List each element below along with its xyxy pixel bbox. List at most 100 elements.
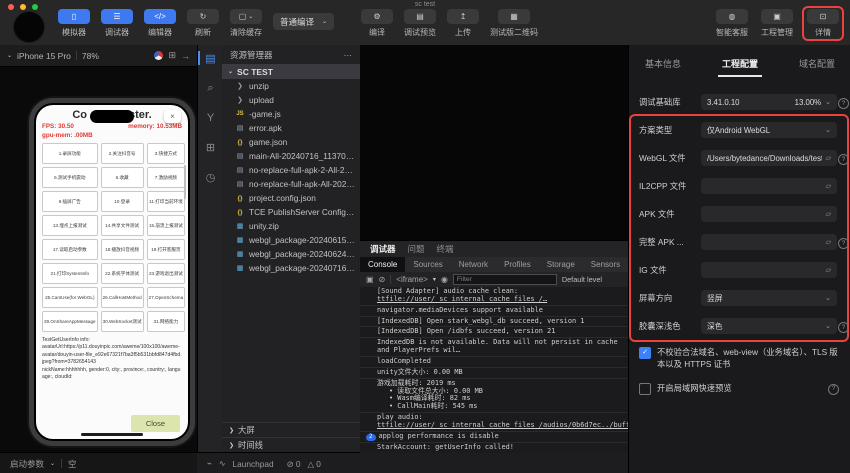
toolbar-button[interactable]: ☰ ⌄ 调试器 [101,9,133,38]
test-grid-button[interactable]: 5.测试手机震动 [42,167,98,188]
test-grid-button[interactable]: 11.打印当前环境 [146,191,186,212]
debugger-tab[interactable]: 终端 [437,243,454,255]
devtools-tab[interactable]: Sensors [583,257,628,272]
test-grid-button[interactable]: 17.读取启动参数 [42,239,98,260]
toolbar-button[interactable]: ⊡ 详情 [802,6,844,41]
project-root-item[interactable]: ⌄ SC TEST [222,64,360,79]
test-grid-button[interactable]: 19.打开客服页 [146,239,186,260]
toolbar-button[interactable]: ↻ ⌄ 刷新 [187,9,219,38]
test-grid-button[interactable]: 22.系统字体测试 [100,263,144,284]
console-link[interactable]: ttfile://user/_sc_internal_cache_files_/… [377,295,547,303]
test-grid-button[interactable]: 21.打印SystemInfo [42,263,98,284]
field-control[interactable]: ⌄ ▱ [701,178,837,194]
file-item[interactable]: {} TCE PublishServer Config.json [222,205,360,219]
launchpad-label[interactable]: Launchpad [233,459,274,469]
file-item[interactable]: ▦ unity.zip [222,219,360,233]
grid-icon[interactable]: ⊞ [168,50,176,61]
activity-icon[interactable]: ▤ [198,51,223,65]
file-item[interactable]: ▦ webgl_package-20240624_201033... [222,247,360,261]
field-control[interactable]: ⌄ ▱ [701,262,837,278]
test-grid-button[interactable]: 1.录屏功能 [42,143,98,164]
test-grid-button[interactable]: 15.崩溃上报测试 [146,215,186,236]
debugger-tab[interactable]: 调试器 [370,243,396,255]
test-grid-button[interactable]: 6.收藏 [100,167,144,188]
test-grid-button[interactable]: 2.关注抖音号 [100,143,144,164]
toolbar-button[interactable]: ▯ ⌄ 模拟器 [58,9,90,38]
checkbox[interactable] [639,347,651,359]
help-icon[interactable]: ? [838,154,849,165]
zoom-level[interactable]: 78% [82,51,99,61]
minimize-window-icon[interactable] [20,4,26,10]
test-grid-button[interactable]: 7.激励视频 [146,167,186,188]
toolbar-button[interactable]: ▤ 调试预览 [404,9,437,38]
chevron-down-icon[interactable]: ⌄ [7,52,12,59]
activity-icon[interactable]: ⌕ [198,82,223,95]
test-grid-button[interactable]: 25.CanIUse(for WebGL) [42,287,98,308]
console-log[interactable]: [Sound Adapter] audio cache clean: ttfil… [360,287,628,453]
test-grid-button[interactable]: 14.共享文件测试 [100,215,144,236]
avatar[interactable] [13,11,45,43]
file-item[interactable]: ❯ upload [222,93,360,107]
settings-tab[interactable]: 域名配置 [799,57,835,77]
toolbar-button[interactable]: ▣ 工程管理 [761,9,793,41]
toolbar-button[interactable]: ▢ ⌄ 清除缓存 [230,9,262,38]
test-grid-button[interactable]: 13.埋点上报测试 [42,215,98,236]
field-control[interactable]: 深色 ⌄ ▱ [701,318,837,334]
launch-params-label[interactable]: 启动参数 [10,458,44,470]
eye-icon[interactable]: ◉ [441,275,448,284]
checkbox-row[interactable]: 不校验合法域名、web-view（业务域名）、TLS 版本以及 HTTPS 证书… [629,346,850,371]
section-item[interactable]: ❯ 大屏 [222,422,360,437]
devtools-tab[interactable]: Sources [405,257,450,272]
activity-icon[interactable]: Y [198,112,223,124]
devtools-tab[interactable]: Console [360,257,406,272]
file-item[interactable]: ▦ webgl_package-20240716_115553.zip [222,261,360,275]
file-item[interactable]: ▦ webgl_package-20240615_123123.zip [222,233,360,247]
close-miniapp-button[interactable]: × [164,110,181,123]
filter-input[interactable]: Filter [452,274,557,285]
capture-icon[interactable] [154,51,164,60]
scrollbar[interactable] [184,165,186,199]
traffic-lights[interactable] [8,4,38,10]
test-grid-button[interactable]: 3.快捷方式 [146,143,186,164]
test-grid-button[interactable]: 9.插屏广告 [42,191,98,212]
folder-open-icon[interactable]: ▱ [826,182,831,190]
field-control[interactable]: /Users/bytedance/Downloads/testapp ⌄ ▱ [701,150,837,166]
context-select[interactable]: <iframe> [396,275,428,284]
file-item[interactable]: {} project.config.json [222,191,360,205]
test-grid-button[interactable]: 18.播放抖音视频 [100,239,144,260]
test-grid-button[interactable]: 23.游戏退出测试 [146,263,186,284]
toolbar-button[interactable]: </> ⌄ 编辑器 [144,9,176,38]
devtools-tab[interactable]: Profiles [496,257,539,272]
console-link[interactable]: ttfile://user/_sc_internal_cache_files_/… [377,421,628,429]
help-icon[interactable]: ? [838,98,849,109]
section-item[interactable]: ❯ 时间线 [222,437,360,452]
field-control[interactable]: 3.41.0.10 13.00% ⌄ ▱ [701,94,837,110]
settings-tab[interactable]: 基本信息 [645,57,681,77]
test-grid-button[interactable]: 30.WebSocket测试 [100,311,144,332]
folder-open-icon[interactable]: ▱ [826,154,831,162]
test-grid-button[interactable]: 27.OpenSchema [146,287,186,308]
settings-tab[interactable]: 工程配置 [717,57,763,77]
forward-icon[interactable]: → [181,51,190,61]
toolbar-button[interactable]: ⚙ 编译 [361,9,394,38]
help-icon[interactable]: ? [838,238,849,249]
toolbar-button[interactable]: ↥ 上传 [447,9,480,38]
file-item[interactable]: ❯ unzip [222,79,360,93]
maximize-window-icon[interactable] [32,4,38,10]
file-item[interactable]: JS -game.js [222,107,360,121]
errors-count[interactable]: ⊘ 0 [287,459,301,469]
field-control[interactable]: ⌄ ▱ [701,206,837,222]
toolbar-button[interactable]: ▦ 测试版二维码 [490,9,538,38]
folder-open-icon[interactable]: ▱ [826,238,831,246]
warnings-count[interactable]: △ 0 [308,459,321,469]
folder-open-icon[interactable]: ▱ [826,210,831,218]
field-control[interactable]: ⌄ ▱ [701,234,837,250]
help-icon[interactable]: ? [838,322,849,333]
close-button[interactable]: Close [130,415,180,432]
devtools-tab[interactable]: Network [451,257,496,272]
device-select[interactable]: iPhone 15 Pro [17,51,71,61]
more-actions-icon[interactable]: ··· [344,50,353,60]
test-grid-button[interactable]: 26.CallHostMethod [100,287,144,308]
activity-icon[interactable]: ◷ [198,171,223,184]
file-item[interactable]: {} game.json [222,135,360,149]
